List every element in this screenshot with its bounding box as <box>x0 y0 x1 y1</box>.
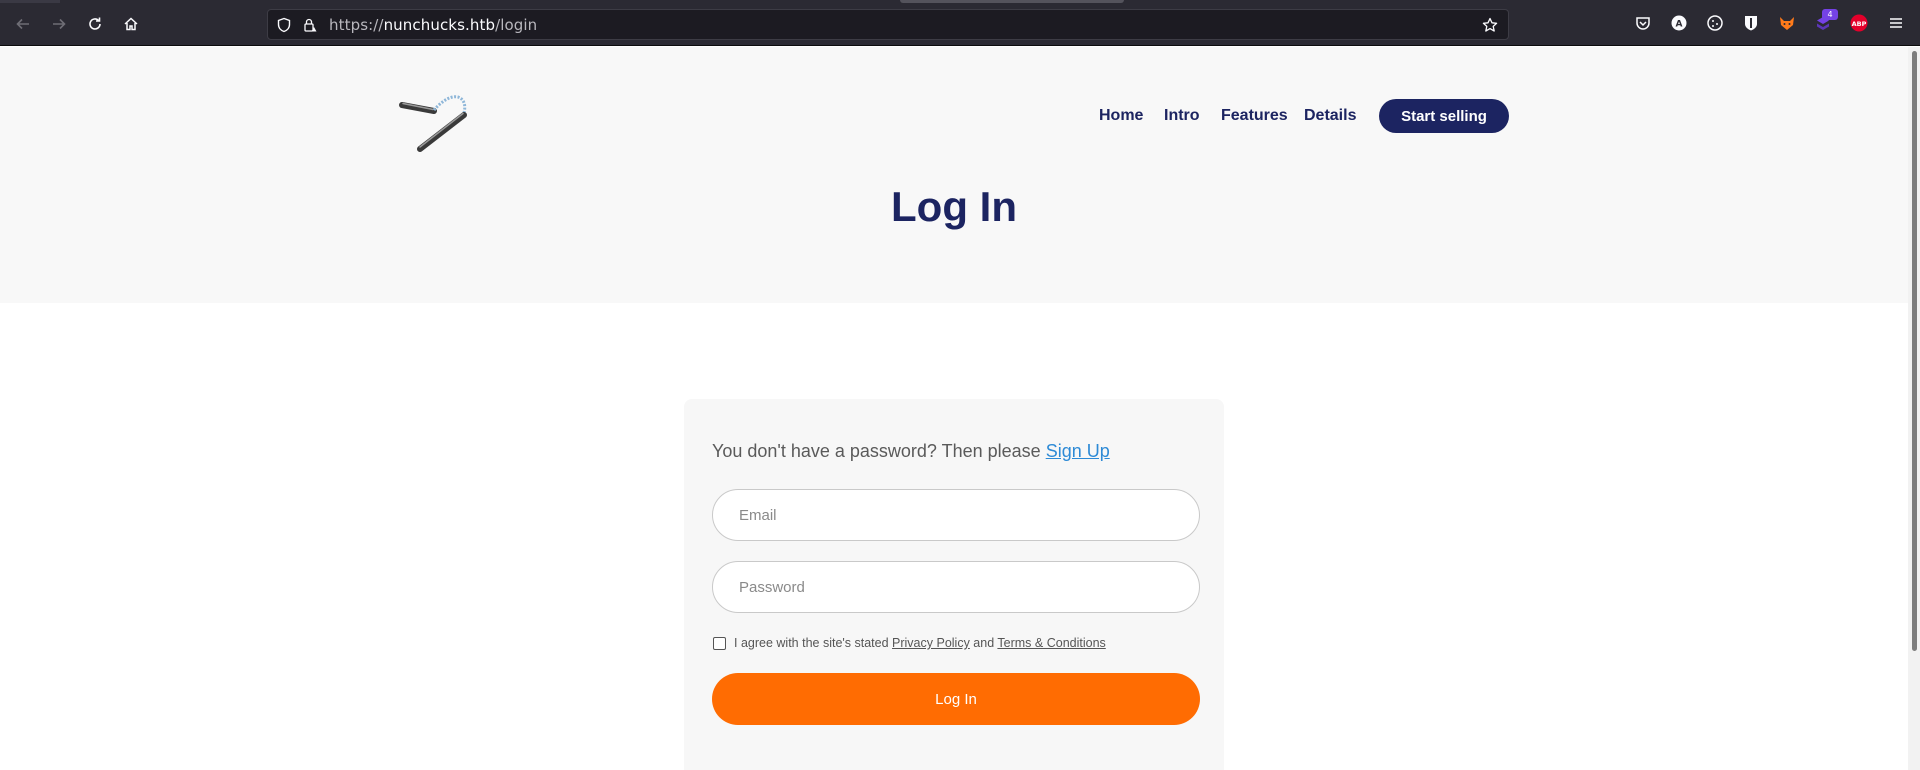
active-tab-indicator[interactable] <box>900 0 1124 3</box>
page-title: Log In <box>891 183 1017 230</box>
svg-text:ABP: ABP <box>1852 20 1867 28</box>
login-card: You don't have a password? Then please S… <box>684 399 1224 770</box>
forward-icon[interactable] <box>45 10 73 38</box>
nav-details[interactable]: Details <box>1304 107 1356 125</box>
scrollbar[interactable] <box>1908 47 1920 770</box>
terms-prefix: I agree with the site's stated <box>734 636 893 650</box>
password-field[interactable] <box>712 561 1200 613</box>
account-icon[interactable]: A <box>1670 14 1688 32</box>
adblock-plus-icon[interactable]: ABP <box>1850 14 1868 32</box>
shield-icon[interactable] <box>276 17 292 33</box>
svg-text:A: A <box>1676 20 1683 30</box>
foxyproxy-icon[interactable] <box>1778 14 1796 32</box>
extension-badge: 4 <box>1822 9 1838 20</box>
start-selling-button[interactable]: Start selling <box>1379 99 1509 133</box>
privacy-badger-icon[interactable] <box>1742 14 1760 32</box>
email-field[interactable] <box>712 489 1200 541</box>
bookmark-star-icon[interactable] <box>1482 17 1498 33</box>
url-text[interactable]: https://nunchucks.htb/login <box>329 16 537 34</box>
privacy-policy-link[interactable]: Privacy Policy <box>892 636 970 650</box>
nunchucks-logo[interactable] <box>398 89 472 157</box>
terms-label: I agree with the site's stated Privacy P… <box>734 636 1106 650</box>
cookie-icon[interactable] <box>1706 14 1724 32</box>
tab-strip-left <box>0 0 60 3</box>
browser-toolbar: https://nunchucks.htb/login A 4 ABP <box>0 0 1920 46</box>
menu-icon[interactable] <box>1887 14 1905 32</box>
login-button[interactable]: Log In <box>712 673 1200 725</box>
signup-prompt-text: You don't have a password? Then please <box>712 441 1046 461</box>
pocket-icon[interactable] <box>1634 14 1652 32</box>
terms-and: and <box>969 636 998 650</box>
nav-intro[interactable]: Intro <box>1164 107 1200 125</box>
page: Home Intro Features Details Start sellin… <box>0 47 1920 770</box>
lock-warning-icon[interactable] <box>302 17 318 33</box>
signup-link[interactable]: Sign Up <box>1046 441 1110 461</box>
signup-prompt: You don't have a password? Then please S… <box>712 441 1110 462</box>
reload-icon[interactable] <box>81 10 109 38</box>
scrollbar-thumb[interactable] <box>1912 51 1917 651</box>
terms-conditions-link[interactable]: Terms & Conditions <box>997 636 1105 650</box>
terms-checkbox[interactable] <box>713 637 726 650</box>
url-bar[interactable]: https://nunchucks.htb/login <box>267 9 1509 40</box>
nav-home[interactable]: Home <box>1099 107 1143 125</box>
hero-section: Home Intro Features Details Start sellin… <box>0 47 1920 303</box>
nav-features[interactable]: Features <box>1221 107 1288 125</box>
back-icon[interactable] <box>9 10 37 38</box>
home-icon[interactable] <box>117 10 145 38</box>
